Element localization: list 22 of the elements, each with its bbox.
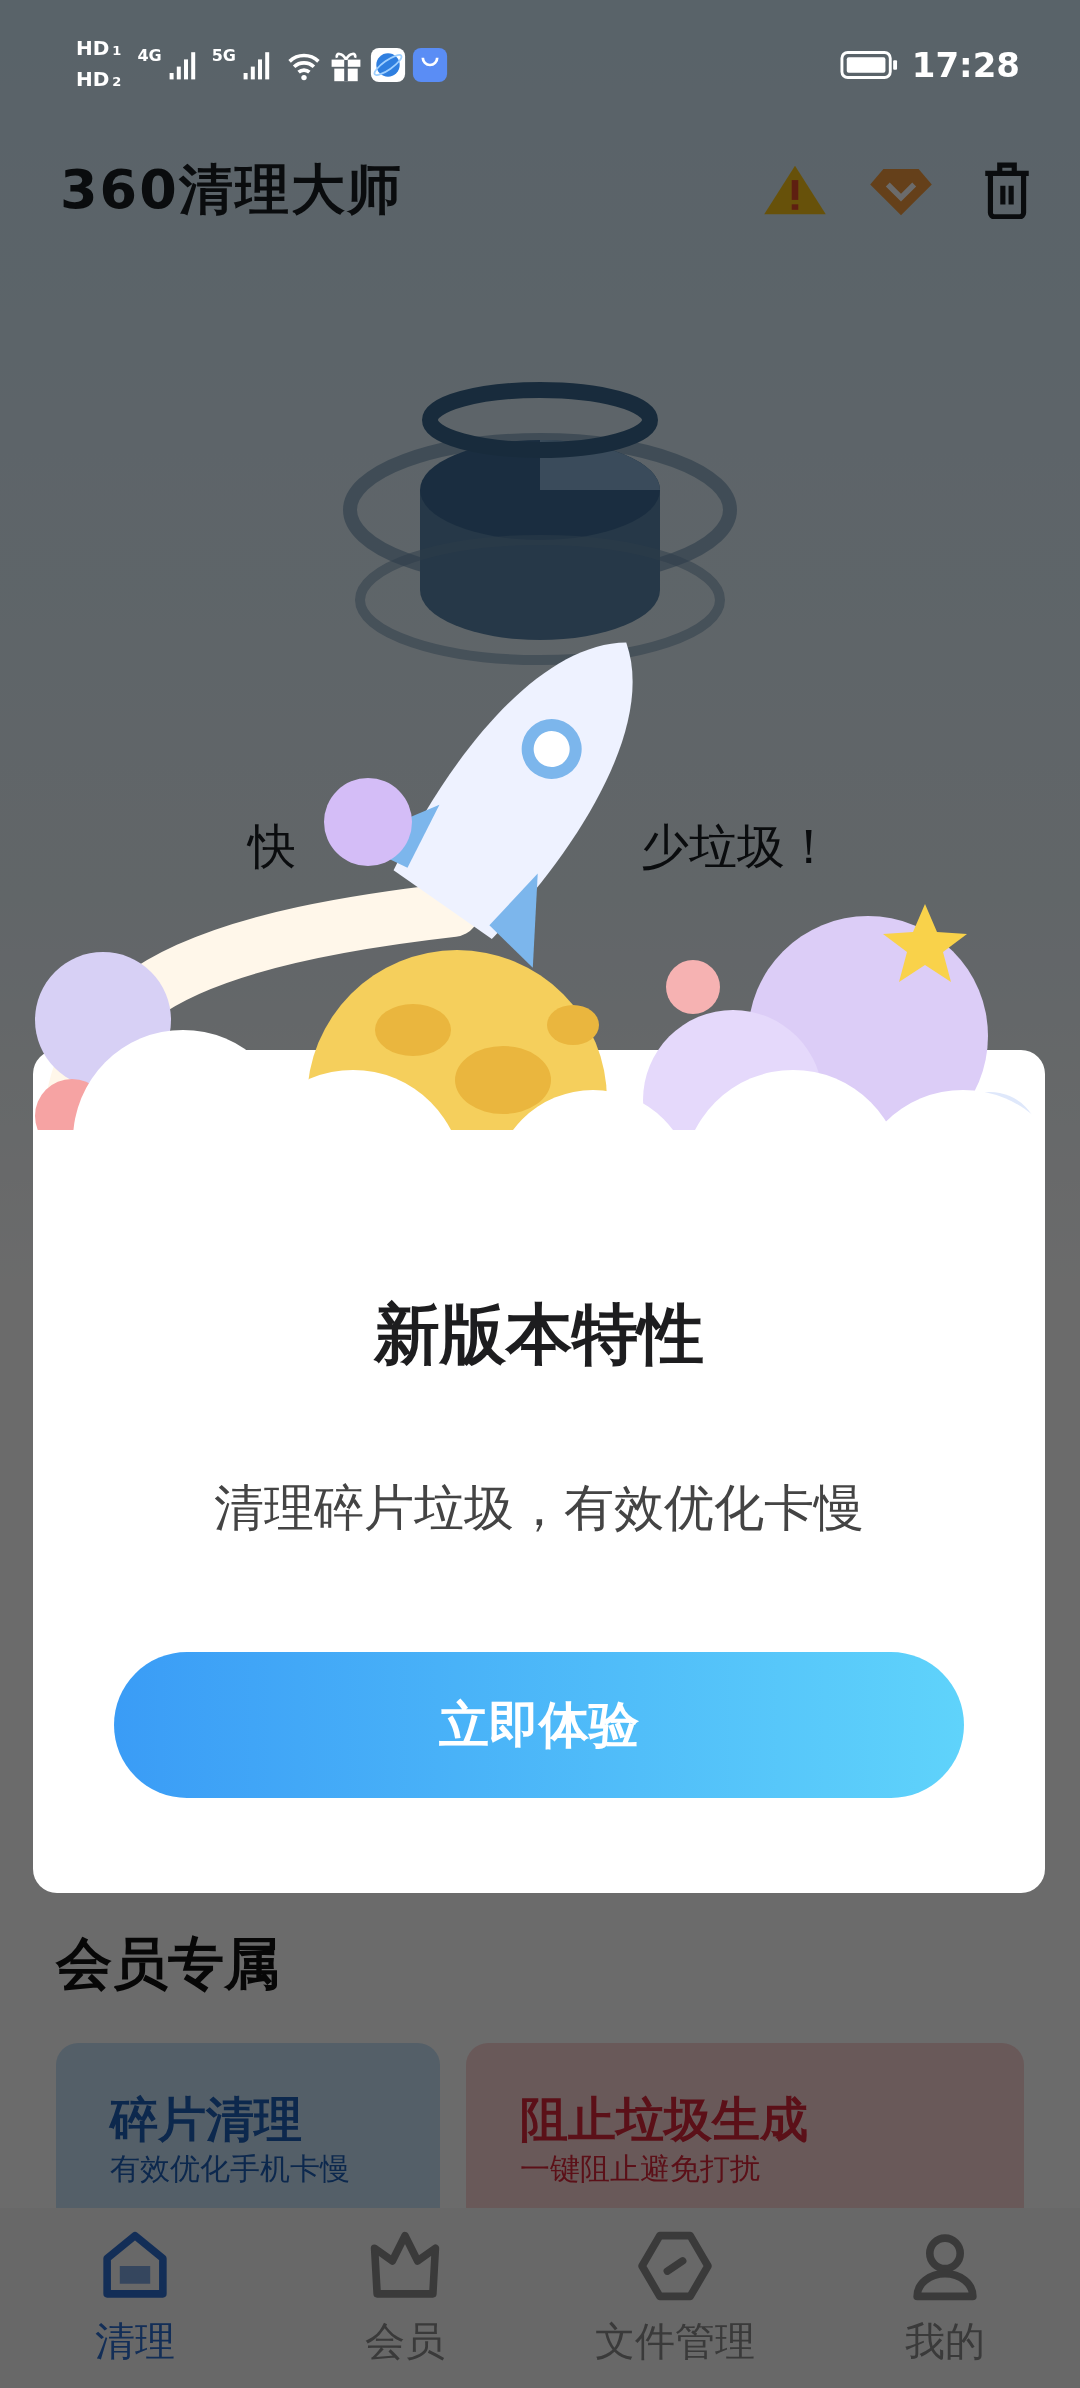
- tagline-text: 快: [248, 817, 296, 876]
- card-title: 阻止垃圾生成: [520, 2090, 810, 2149]
- network-label: 4G: [137, 46, 162, 65]
- battery-icon: [839, 50, 898, 80]
- clock-time: 17:28: [911, 45, 1020, 85]
- section-title: 会员专属: [54, 1930, 281, 1998]
- try-now-button[interactable]: 立即体验: [114, 1652, 964, 1798]
- dialog-description: 清理碎片垃圾，有效优化卡慢: [214, 1478, 864, 1539]
- tagline-text: 少垃圾！: [641, 817, 833, 876]
- network-label: 5G: [211, 46, 236, 65]
- card-subtitle: 一键阻止避免打扰: [520, 2150, 762, 2188]
- card-subtitle: 有效优化手机卡慢: [110, 2150, 351, 2188]
- feature-card[interactable]: 碎片清理 有效优化手机卡慢: [56, 2043, 441, 2208]
- feature-card[interactable]: 阻止垃圾生成 一键阻止避免打扰: [466, 2043, 1024, 2208]
- shopping-bag-app-icon: [411, 47, 448, 83]
- card-title: 碎片清理: [110, 2090, 303, 2149]
- nav-tab[interactable]: 清理: [15, 2227, 255, 2369]
- app-logo: 360清理大师: [60, 156, 403, 223]
- dialog-title: 新版本特性: [374, 1295, 704, 1375]
- sim-label: HD 1: [76, 36, 122, 62]
- browser-app-icon: [369, 47, 406, 83]
- sim-label: HD 2: [76, 67, 122, 93]
